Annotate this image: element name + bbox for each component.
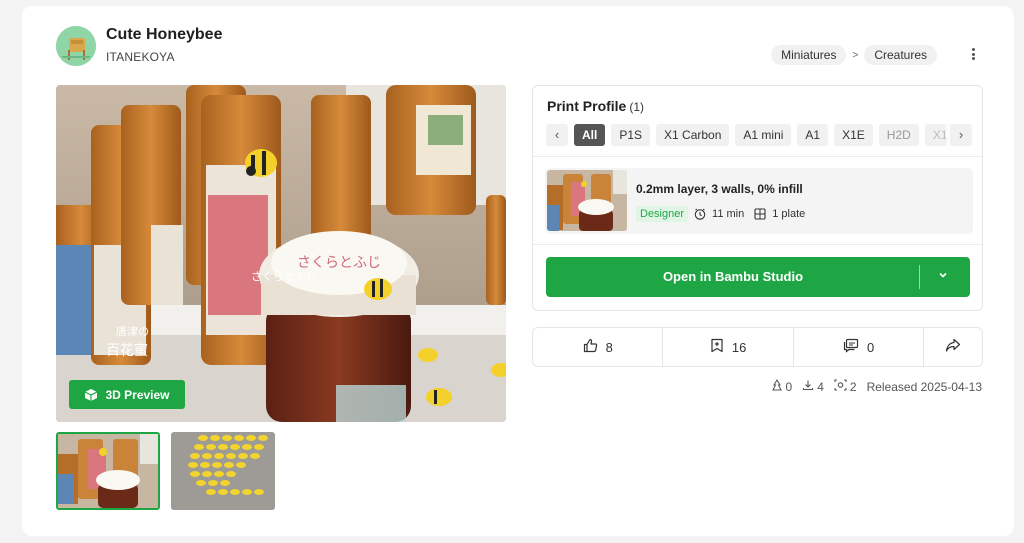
download-count: 4 xyxy=(817,379,824,394)
print-profile-count: (1) xyxy=(629,100,645,114)
tab-a1-mini[interactable]: A1 mini xyxy=(735,124,792,146)
tabs-scroll-right: › xyxy=(946,124,972,146)
collect-count: 16 xyxy=(731,339,747,355)
model-title: Cute Honeybee xyxy=(106,26,223,43)
plate-icon xyxy=(754,208,766,220)
share-button[interactable] xyxy=(924,328,982,366)
hero-image[interactable]: さくらとふじ 唐津の 百花蜜 さくらとふじ xyxy=(56,85,506,422)
bottle-label-line1: 唐津の xyxy=(116,324,149,338)
model-footer: 0 4 2 Released 2025-04-13 xyxy=(771,379,982,394)
stats-bar: 8 16 0 xyxy=(532,327,983,367)
gallery-thumbnail-1[interactable] xyxy=(56,432,160,510)
profile-thumbnail xyxy=(547,170,627,231)
breadcrumb: Miniatures > Creatures xyxy=(771,45,937,65)
clock-icon xyxy=(694,208,706,220)
collect-button[interactable]: 16 xyxy=(663,328,794,366)
tab-x1e[interactable]: X1E xyxy=(834,124,873,146)
breadcrumb-separator: > xyxy=(852,49,859,61)
tab-all[interactable]: All xyxy=(574,124,606,146)
button-separator xyxy=(919,265,920,289)
3d-preview-button[interactable]: 3D Preview xyxy=(69,380,185,409)
comment-icon xyxy=(843,338,859,356)
open-in-bambu-studio-button[interactable]: Open in Bambu Studio xyxy=(546,257,970,297)
profile-name: 0.2mm layer, 3 walls, 0% infill xyxy=(636,182,803,196)
print-profile-heading: Print Profile (1) xyxy=(547,98,644,114)
like-count: 8 xyxy=(605,339,613,355)
printer-tabs: ‹ All P1S X1 Carbon A1 mini A1 X1E H2D X… xyxy=(546,124,972,147)
print-time: 11 min xyxy=(712,208,745,220)
tab-x1-carbon[interactable]: X1 Carbon xyxy=(656,124,730,146)
share-icon xyxy=(945,338,961,356)
cube-icon xyxy=(85,388,98,401)
open-button-label: Open in Bambu Studio xyxy=(662,269,804,284)
author-avatar[interactable] xyxy=(56,26,96,66)
jar-label: さくらとふじ xyxy=(297,255,381,271)
boost-icon xyxy=(771,379,783,394)
chevron-left-icon[interactable]: ‹ xyxy=(546,124,568,146)
print-icon xyxy=(834,379,847,394)
like-button[interactable]: 8 xyxy=(533,328,664,366)
author-name[interactable]: ITANEKOYA xyxy=(106,50,175,64)
comment-button[interactable]: 0 xyxy=(794,328,925,366)
plate-count: 1 plate xyxy=(772,208,806,220)
divider xyxy=(533,244,982,245)
bottle-label-line2: 百花蜜 xyxy=(106,343,148,359)
release-date: Released 2025-04-13 xyxy=(866,379,982,394)
print-profile-panel: Print Profile (1) ‹ All P1S X1 Carbon A1 … xyxy=(532,85,983,311)
breadcrumb-creatures[interactable]: Creatures xyxy=(864,45,937,65)
breadcrumb-miniatures[interactable]: Miniatures xyxy=(771,45,847,65)
boost-count: 0 xyxy=(785,379,793,394)
tab-p1s[interactable]: P1S xyxy=(611,124,651,146)
print-profile-title: Print Profile xyxy=(547,98,627,114)
profile-meta: Designer 11 min 1 plate xyxy=(636,206,805,222)
bottle-label-right: さくらとふじ xyxy=(251,270,317,283)
tab-h2d[interactable]: H2D xyxy=(878,124,919,146)
chevron-right-icon[interactable]: › xyxy=(950,124,972,146)
chevron-down-icon[interactable] xyxy=(937,269,949,284)
more-options-icon[interactable] xyxy=(966,44,980,64)
designer-badge: Designer xyxy=(636,206,689,222)
boost-stat: 0 xyxy=(771,379,793,394)
print-count: 2 xyxy=(849,379,857,394)
profile-item[interactable]: 0.2mm layer, 3 walls, 0% infill Designer… xyxy=(545,168,973,234)
print-stat: 2 xyxy=(834,379,857,394)
comment-count: 0 xyxy=(866,339,875,355)
divider xyxy=(533,156,982,157)
gallery-thumbnail-2[interactable] xyxy=(171,432,275,510)
download-icon xyxy=(802,379,814,394)
tab-a1[interactable]: A1 xyxy=(797,124,829,146)
thumbs-up-icon xyxy=(583,338,598,356)
bookmark-add-icon xyxy=(710,338,724,356)
3d-preview-label: 3D Preview xyxy=(105,387,170,402)
download-stat: 4 xyxy=(802,379,824,394)
